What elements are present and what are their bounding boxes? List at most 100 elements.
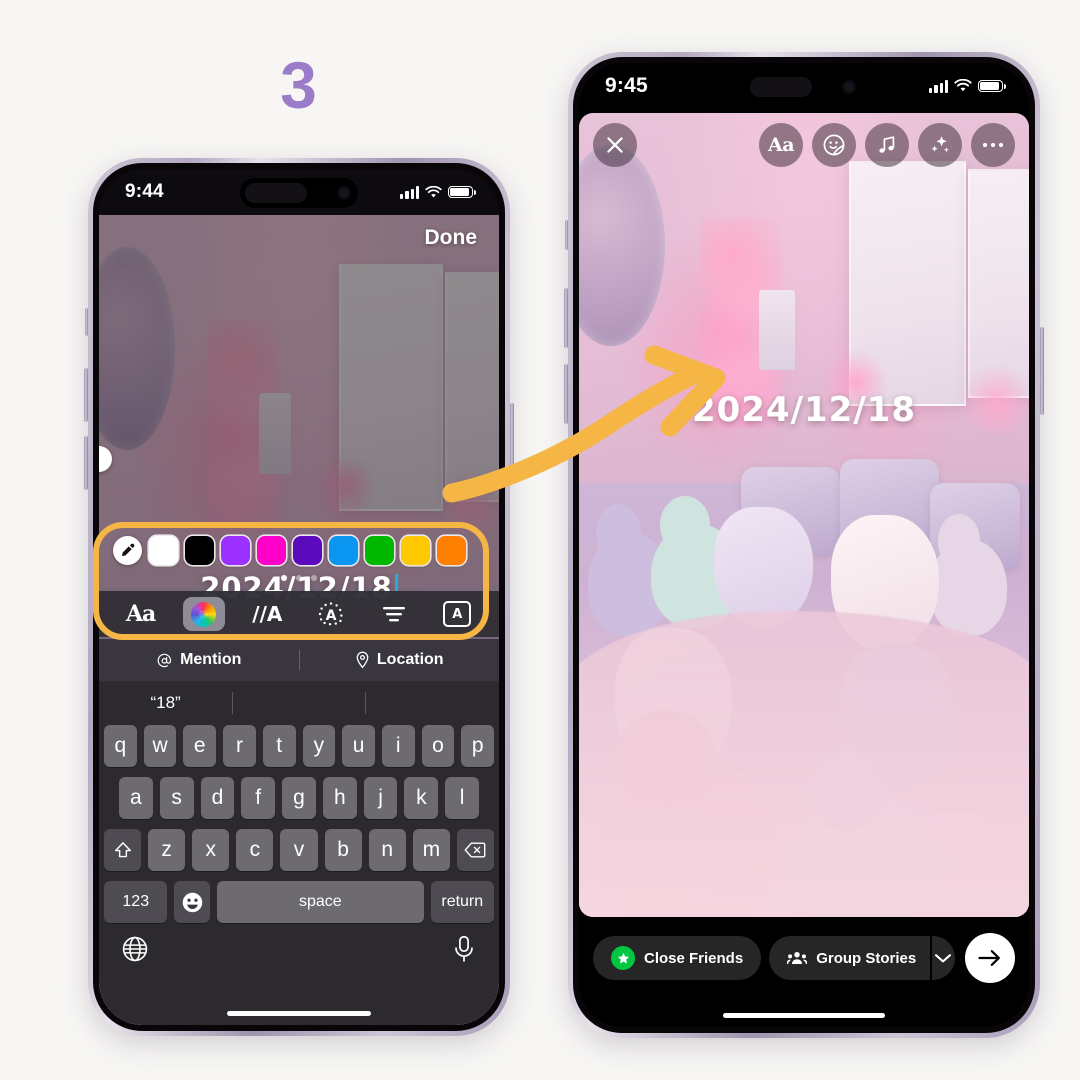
globe-icon[interactable] bbox=[121, 935, 149, 968]
phone-right: 9:45 Aa 2024/12/18 Close Friends Group S… bbox=[564, 52, 1044, 1038]
key-m[interactable]: m bbox=[412, 829, 450, 871]
mention-label: Mention bbox=[180, 651, 242, 668]
swatch-magenta[interactable] bbox=[257, 535, 286, 565]
text-effect-button[interactable]: //A bbox=[246, 597, 288, 631]
close-friends-button[interactable]: Close Friends bbox=[593, 936, 762, 980]
close-icon[interactable] bbox=[593, 123, 637, 167]
numbers-key[interactable]: 123 bbox=[104, 881, 168, 923]
keyboard-row-3: z x c v b n m bbox=[99, 829, 499, 871]
key-p[interactable]: p bbox=[461, 725, 495, 767]
key-w[interactable]: w bbox=[143, 725, 177, 767]
volume-up-button bbox=[564, 288, 568, 348]
key-d[interactable]: d bbox=[200, 777, 235, 819]
key-q[interactable]: q bbox=[103, 725, 137, 767]
arrow-right-icon bbox=[978, 950, 1000, 966]
key-o[interactable]: o bbox=[421, 725, 455, 767]
power-button bbox=[1040, 327, 1044, 415]
key-f[interactable]: f bbox=[241, 777, 276, 819]
swatch-blue[interactable] bbox=[329, 535, 358, 565]
key-u[interactable]: u bbox=[342, 725, 375, 767]
key-h[interactable]: h bbox=[322, 777, 357, 819]
key-a[interactable]: a bbox=[118, 777, 153, 819]
swatch-yellow[interactable] bbox=[401, 535, 430, 565]
wifi-icon bbox=[954, 79, 972, 92]
key-s[interactable]: s bbox=[159, 777, 194, 819]
at-icon bbox=[157, 653, 172, 667]
key-x[interactable]: x bbox=[192, 829, 230, 871]
key-b[interactable]: b bbox=[324, 829, 362, 871]
location-label: Location bbox=[376, 651, 444, 668]
text-tool-button[interactable]: Aa bbox=[759, 123, 803, 167]
battery-icon bbox=[448, 185, 476, 199]
group-stories-button[interactable]: Group Stories bbox=[769, 936, 931, 980]
suggestion-word[interactable]: “18” bbox=[99, 693, 232, 713]
keyboard-row-2: a s d f g h j k l bbox=[99, 777, 499, 819]
done-button[interactable]: Done bbox=[425, 226, 478, 250]
step-number: 3 bbox=[280, 48, 317, 122]
key-l[interactable]: l bbox=[445, 777, 480, 819]
key-t[interactable]: t bbox=[262, 725, 296, 767]
color-swatch-row[interactable] bbox=[99, 529, 499, 571]
swatch-purple[interactable] bbox=[221, 535, 250, 565]
music-icon[interactable] bbox=[865, 123, 909, 167]
svg-text:A: A bbox=[325, 608, 336, 624]
close-friends-label: Close Friends bbox=[644, 949, 744, 967]
text-effect-label: //A bbox=[252, 602, 283, 626]
chevron-down-icon[interactable] bbox=[930, 936, 955, 980]
key-i[interactable]: i bbox=[381, 725, 415, 767]
key-n[interactable]: n bbox=[368, 829, 406, 871]
key-e[interactable]: e bbox=[183, 725, 217, 767]
cellular-bars-icon bbox=[929, 79, 948, 93]
font-style-label: Aa bbox=[125, 601, 156, 627]
volume-up-button bbox=[84, 368, 88, 422]
backspace-icon[interactable] bbox=[456, 829, 494, 871]
space-key[interactable]: space bbox=[217, 881, 424, 923]
group-people-icon bbox=[787, 952, 808, 965]
location-button[interactable]: Location bbox=[300, 651, 500, 669]
key-y[interactable]: y bbox=[302, 725, 336, 767]
screen-right: 9:45 Aa 2024/12/18 Close Friends Group S… bbox=[579, 63, 1029, 1027]
sticker-icon[interactable] bbox=[812, 123, 856, 167]
status-time: 9:44 bbox=[125, 181, 164, 202]
keyboard-bottom-row bbox=[99, 933, 499, 968]
keyboard-row-1: q w e r t y u i o p bbox=[99, 725, 499, 767]
story-photo-preview bbox=[579, 113, 1029, 917]
swatch-green[interactable] bbox=[365, 535, 394, 565]
text-align-button[interactable] bbox=[373, 597, 415, 631]
microphone-icon[interactable] bbox=[451, 935, 477, 968]
swatch-orange[interactable] bbox=[437, 535, 466, 565]
key-k[interactable]: k bbox=[404, 777, 439, 819]
return-key[interactable]: return bbox=[430, 881, 494, 923]
story-text-overlay[interactable]: 2024/12/18 bbox=[692, 390, 916, 430]
volume-down-button bbox=[564, 364, 568, 424]
swatch-deep-purple[interactable] bbox=[293, 535, 322, 565]
key-v[interactable]: v bbox=[280, 829, 318, 871]
key-r[interactable]: r bbox=[223, 725, 256, 767]
send-story-button[interactable] bbox=[965, 933, 1015, 983]
suggestion-bar: “18” bbox=[99, 681, 499, 725]
eyedropper-icon[interactable] bbox=[113, 535, 142, 565]
text-glow-button[interactable]: A bbox=[310, 597, 352, 631]
color-wheel-button[interactable] bbox=[182, 597, 225, 631]
emoji-icon[interactable] bbox=[174, 881, 211, 923]
text-tool-label: Aa bbox=[767, 134, 795, 156]
swatch-white[interactable] bbox=[149, 535, 178, 565]
key-c[interactable]: c bbox=[236, 829, 274, 871]
text-tool-row[interactable]: Aa //A A A bbox=[99, 591, 499, 637]
home-indicator bbox=[723, 1013, 885, 1018]
mute-switch bbox=[85, 308, 88, 336]
more-icon[interactable] bbox=[971, 123, 1015, 167]
text-highlight-button[interactable]: A bbox=[436, 597, 478, 631]
mention-button[interactable]: Mention bbox=[99, 651, 299, 669]
key-g[interactable]: g bbox=[282, 777, 316, 819]
effects-sparkle-icon[interactable] bbox=[918, 123, 962, 167]
key-z[interactable]: z bbox=[148, 829, 186, 871]
swatch-black[interactable] bbox=[185, 535, 214, 565]
font-style-button[interactable]: Aa bbox=[120, 597, 162, 631]
shift-icon[interactable] bbox=[104, 829, 142, 871]
key-j[interactable]: j bbox=[363, 777, 398, 819]
text-glow-icon: A bbox=[318, 602, 343, 626]
keyboard: “18” q w e r t y u i o p a s d f g h j k… bbox=[99, 681, 499, 1025]
keyboard-row-4: 123 space return bbox=[99, 881, 499, 923]
wifi-icon bbox=[425, 185, 442, 197]
